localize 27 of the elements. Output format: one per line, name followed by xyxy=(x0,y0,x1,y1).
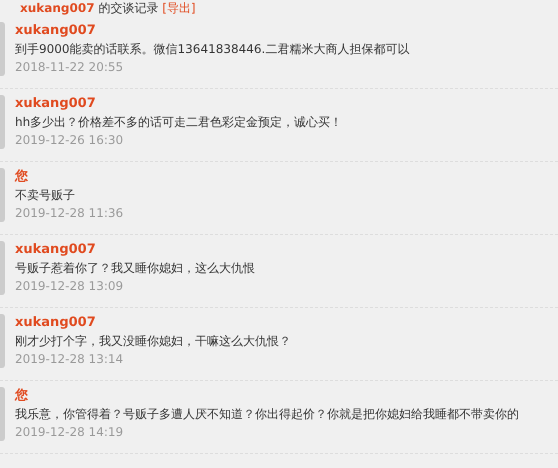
sender-name: 您 xyxy=(15,168,29,186)
message-side-bar xyxy=(0,387,5,441)
message-side-bar xyxy=(0,168,5,222)
sender-name: xukang007 xyxy=(15,95,97,113)
sender-name: xukang007 xyxy=(15,22,97,40)
header-title: 的交谈记录 xyxy=(98,1,158,15)
message-time: 2019-12-28 13:14 xyxy=(15,351,124,368)
message-time: 2018-11-22 20:55 xyxy=(15,59,124,76)
message-side-bar xyxy=(0,22,5,76)
message-text: 到手9000能卖的话联系。微信13641838446.二君糯米大商人担保都可以 xyxy=(15,41,410,58)
message-time: 2019-12-26 16:30 xyxy=(15,132,124,149)
message-text: 刚才少打个字，我又没睡你媳妇，干嘛这么大仇恨？ xyxy=(15,333,291,350)
message-text: hh多少出？价格差不多的话可走二君色彩定金预定，诚心买！ xyxy=(15,114,342,131)
partner-name: xukang007 xyxy=(20,1,95,15)
message-side-bar xyxy=(0,95,5,149)
message-time: 2019-12-28 13:09 xyxy=(15,278,124,295)
sender-name: 您 xyxy=(15,387,29,405)
message-text: 不卖号贩子 xyxy=(15,187,76,204)
message-text: 号贩子惹着你了？我又睡你媳妇，这么大仇恨 xyxy=(15,260,255,277)
message-side-bar xyxy=(0,241,5,295)
message-time: 2019-12-28 14:19 xyxy=(15,424,124,441)
sender-name: xukang007 xyxy=(15,241,97,259)
message-text: 我乐意，你管得着？号贩子多遭人厌不知道？你出得起价？你就是把你媳妇给我睡都不带卖你的 xyxy=(15,406,519,423)
export-link[interactable]: [导出] xyxy=(162,1,196,15)
message-time: 2019-12-28 11:36 xyxy=(15,205,124,222)
sender-name: xukang007 xyxy=(15,314,97,332)
message-side-bar xyxy=(0,314,5,368)
